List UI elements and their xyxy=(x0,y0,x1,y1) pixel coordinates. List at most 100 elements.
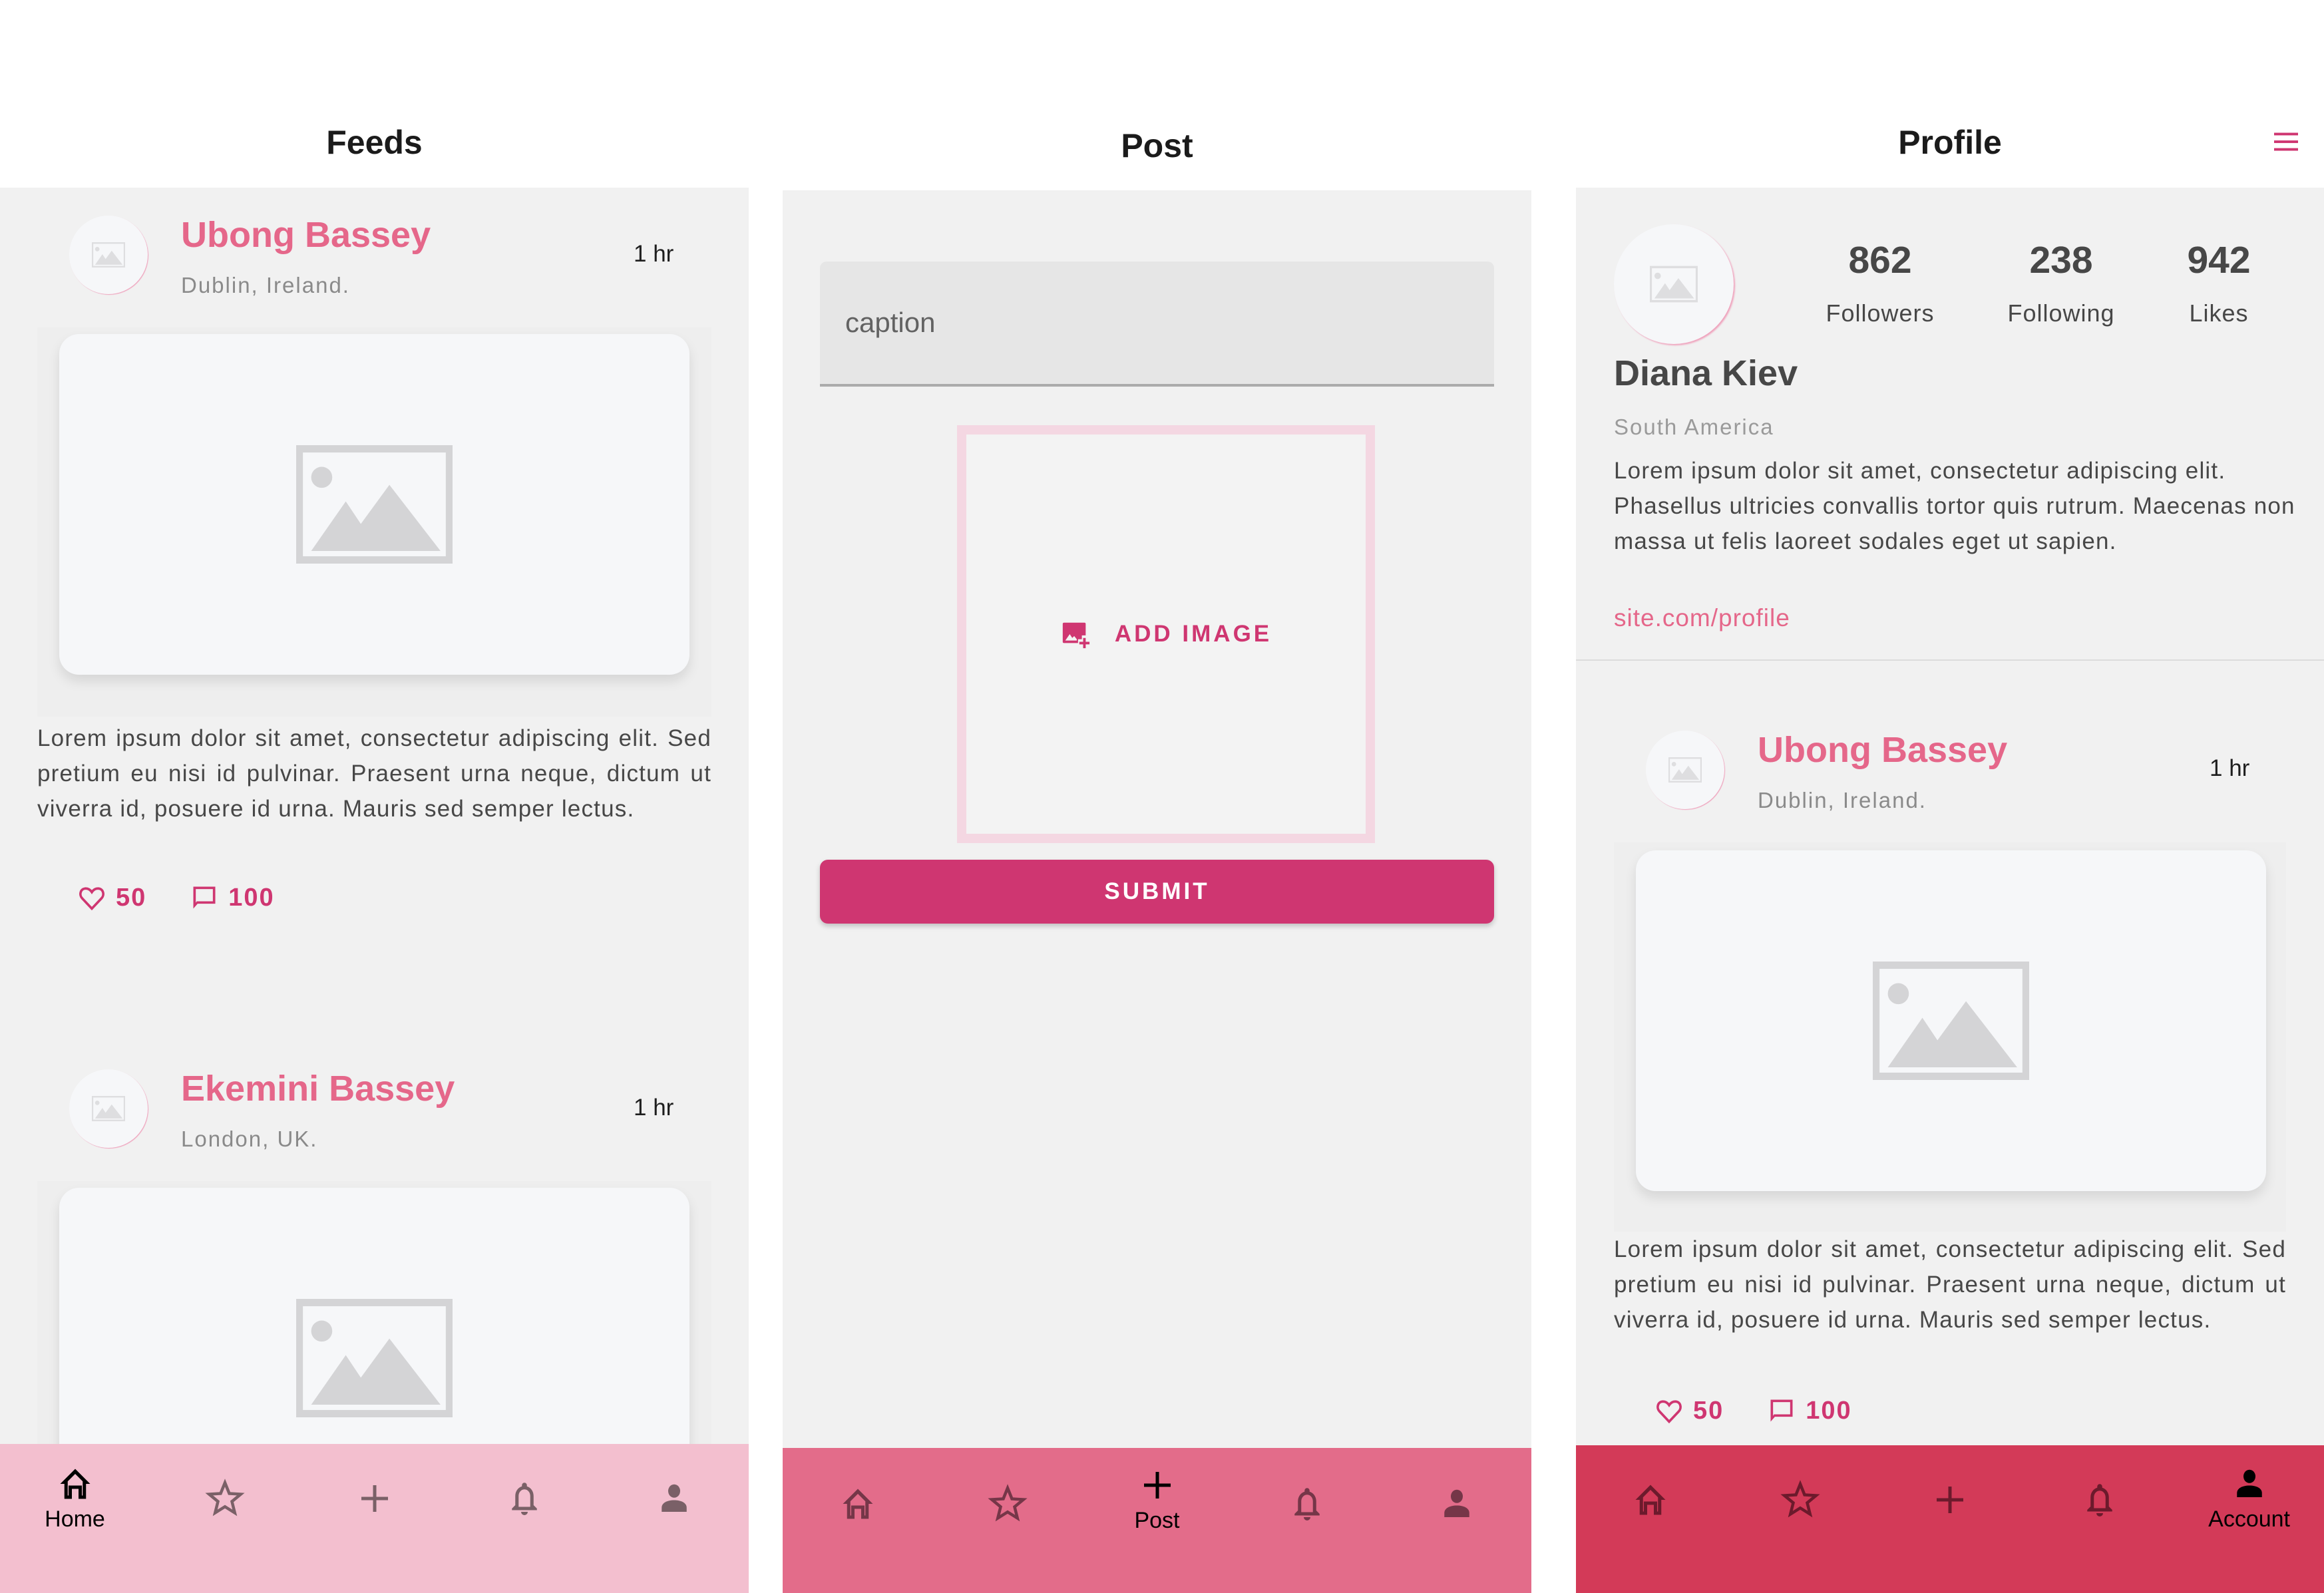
nav-item-post[interactable]: Post xyxy=(1082,1475,1232,1593)
post-image-area xyxy=(37,327,711,717)
person-icon xyxy=(2229,1464,2269,1504)
home-icon xyxy=(1631,1480,1670,1520)
nav-item-post[interactable] xyxy=(1875,1464,2025,1593)
post-time: 1 hr xyxy=(634,1095,674,1121)
plus-icon xyxy=(355,1479,395,1518)
stat-label: Likes xyxy=(2189,299,2249,327)
image-placeholder-icon xyxy=(1650,266,1698,303)
stat-label: Followers xyxy=(1826,299,1935,327)
submit-button[interactable]: SUBMIT xyxy=(820,860,1494,924)
stat-following[interactable]: 238 Following xyxy=(1981,238,2141,327)
post-text: Lorem ipsum dolor sit amet, consectetur … xyxy=(1614,1236,2286,1333)
post-actions: 50 100 xyxy=(77,883,318,912)
nav-item-account[interactable] xyxy=(599,1464,749,1593)
add-image-content: ADD IMAGE xyxy=(1060,619,1272,649)
caption-input[interactable] xyxy=(844,262,1453,384)
nav-label: Post xyxy=(1134,1508,1180,1533)
like-button[interactable]: 50 xyxy=(77,883,146,912)
stat-followers[interactable]: 862 Followers xyxy=(1800,238,1960,327)
comment-count: 100 xyxy=(228,883,275,912)
post-image-area xyxy=(1614,842,2286,1232)
comment-button[interactable]: 100 xyxy=(1767,1396,1851,1425)
comment-icon xyxy=(1767,1396,1796,1425)
bell-icon xyxy=(2080,1480,2120,1520)
comment-count: 100 xyxy=(1806,1396,1852,1425)
heart-icon xyxy=(77,883,106,912)
nav-label: Account xyxy=(2208,1506,2291,1532)
comment-icon xyxy=(190,883,219,912)
profile-screen: Profile 862 Followers 238 Following 942 … xyxy=(1576,0,2324,1593)
post-image[interactable] xyxy=(59,1188,689,1444)
feeds-screen: Feeds Ubong Bassey Dublin, Ireland. 1 hr… xyxy=(0,0,749,1593)
home-icon xyxy=(838,1484,878,1524)
divider xyxy=(1576,659,2324,661)
star-icon xyxy=(1780,1480,1820,1520)
add-photo-icon xyxy=(1060,619,1091,649)
post-form: ADD IMAGE SUBMIT xyxy=(783,190,1531,1448)
add-image-button[interactable]: ADD IMAGE xyxy=(957,425,1375,843)
profile-avatar[interactable] xyxy=(1614,224,1734,344)
nav-item-notifications[interactable] xyxy=(2025,1464,2174,1593)
avatar[interactable] xyxy=(69,1069,148,1148)
person-icon xyxy=(654,1479,694,1518)
post-image[interactable] xyxy=(1636,850,2266,1191)
profile-link[interactable]: site.com/profile xyxy=(1614,604,1790,632)
post-image-area xyxy=(37,1181,711,1444)
nav-item-home[interactable] xyxy=(1576,1464,1726,1593)
nav-item-account[interactable] xyxy=(1382,1475,1531,1593)
stat-value: 942 xyxy=(2187,239,2251,281)
stat-value: 238 xyxy=(2029,239,2093,281)
feed-list[interactable]: Ubong Bassey Dublin, Ireland. 1 hr Lorem… xyxy=(0,188,749,1444)
nav-item-favorites[interactable] xyxy=(1726,1464,1875,1593)
page-title: Post xyxy=(1121,127,1193,164)
image-placeholder-icon xyxy=(296,445,453,564)
post-location: London, UK. xyxy=(181,1127,318,1151)
comment-button[interactable]: 100 xyxy=(190,883,274,912)
post-location: Dublin, Ireland. xyxy=(1758,788,1927,812)
post-text: Lorem ipsum dolor sit amet, consectetur … xyxy=(37,725,711,822)
like-button[interactable]: 50 xyxy=(1654,1396,1724,1425)
post-screen: Post ADD IMAGE SUBMIT Post xyxy=(783,0,1531,1593)
heart-icon xyxy=(1654,1396,1684,1425)
caption-field[interactable] xyxy=(820,262,1494,387)
star-icon xyxy=(205,1479,245,1518)
image-placeholder-icon xyxy=(92,242,125,268)
bottom-nav: Account xyxy=(1576,1445,2324,1593)
post-time: 1 hr xyxy=(2210,755,2250,781)
nav-item-account[interactable]: Account xyxy=(2174,1464,2324,1593)
nav-item-favorites[interactable] xyxy=(932,1475,1082,1593)
post-author[interactable]: Ubong Bassey xyxy=(181,214,431,256)
page-title: Feeds xyxy=(326,124,423,161)
image-placeholder-icon xyxy=(92,1095,125,1122)
plus-icon xyxy=(1137,1465,1177,1505)
menu-icon[interactable] xyxy=(2273,132,2299,152)
profile-bio: Lorem ipsum dolor sit amet, consectetur … xyxy=(1614,458,2295,554)
bottom-nav: Post xyxy=(783,1448,1531,1593)
post-author[interactable]: Ubong Bassey xyxy=(1758,729,2007,771)
add-image-label: ADD IMAGE xyxy=(1114,621,1272,647)
post-time: 1 hr xyxy=(634,241,674,267)
nav-item-notifications[interactable] xyxy=(1232,1475,1382,1593)
image-placeholder-icon xyxy=(296,1299,453,1417)
star-icon xyxy=(988,1484,1028,1524)
nav-item-post[interactable] xyxy=(299,1464,449,1593)
nav-item-home[interactable]: Home xyxy=(0,1464,150,1593)
nav-item-favorites[interactable] xyxy=(150,1464,299,1593)
nav-item-notifications[interactable] xyxy=(449,1464,599,1593)
like-count: 50 xyxy=(116,883,147,912)
avatar[interactable] xyxy=(1646,731,1724,809)
avatar[interactable] xyxy=(69,216,148,294)
nav-item-home[interactable] xyxy=(783,1475,932,1593)
profile-content[interactable]: 862 Followers 238 Following 942 Likes Di… xyxy=(1576,188,2324,1445)
post-actions: 50 100 xyxy=(1654,1396,1895,1425)
plus-icon xyxy=(1930,1480,1970,1520)
post-author[interactable]: Ekemini Bassey xyxy=(181,1068,455,1109)
bottom-nav: Home xyxy=(0,1444,749,1593)
like-count: 50 xyxy=(1693,1396,1724,1425)
post-image[interactable] xyxy=(59,334,689,675)
home-icon xyxy=(55,1464,95,1504)
profile-location: South America xyxy=(1614,415,1774,439)
stat-likes[interactable]: 942 Likes xyxy=(2139,238,2299,327)
image-placeholder-icon xyxy=(1668,757,1702,783)
page-title: Profile xyxy=(1898,124,2002,161)
